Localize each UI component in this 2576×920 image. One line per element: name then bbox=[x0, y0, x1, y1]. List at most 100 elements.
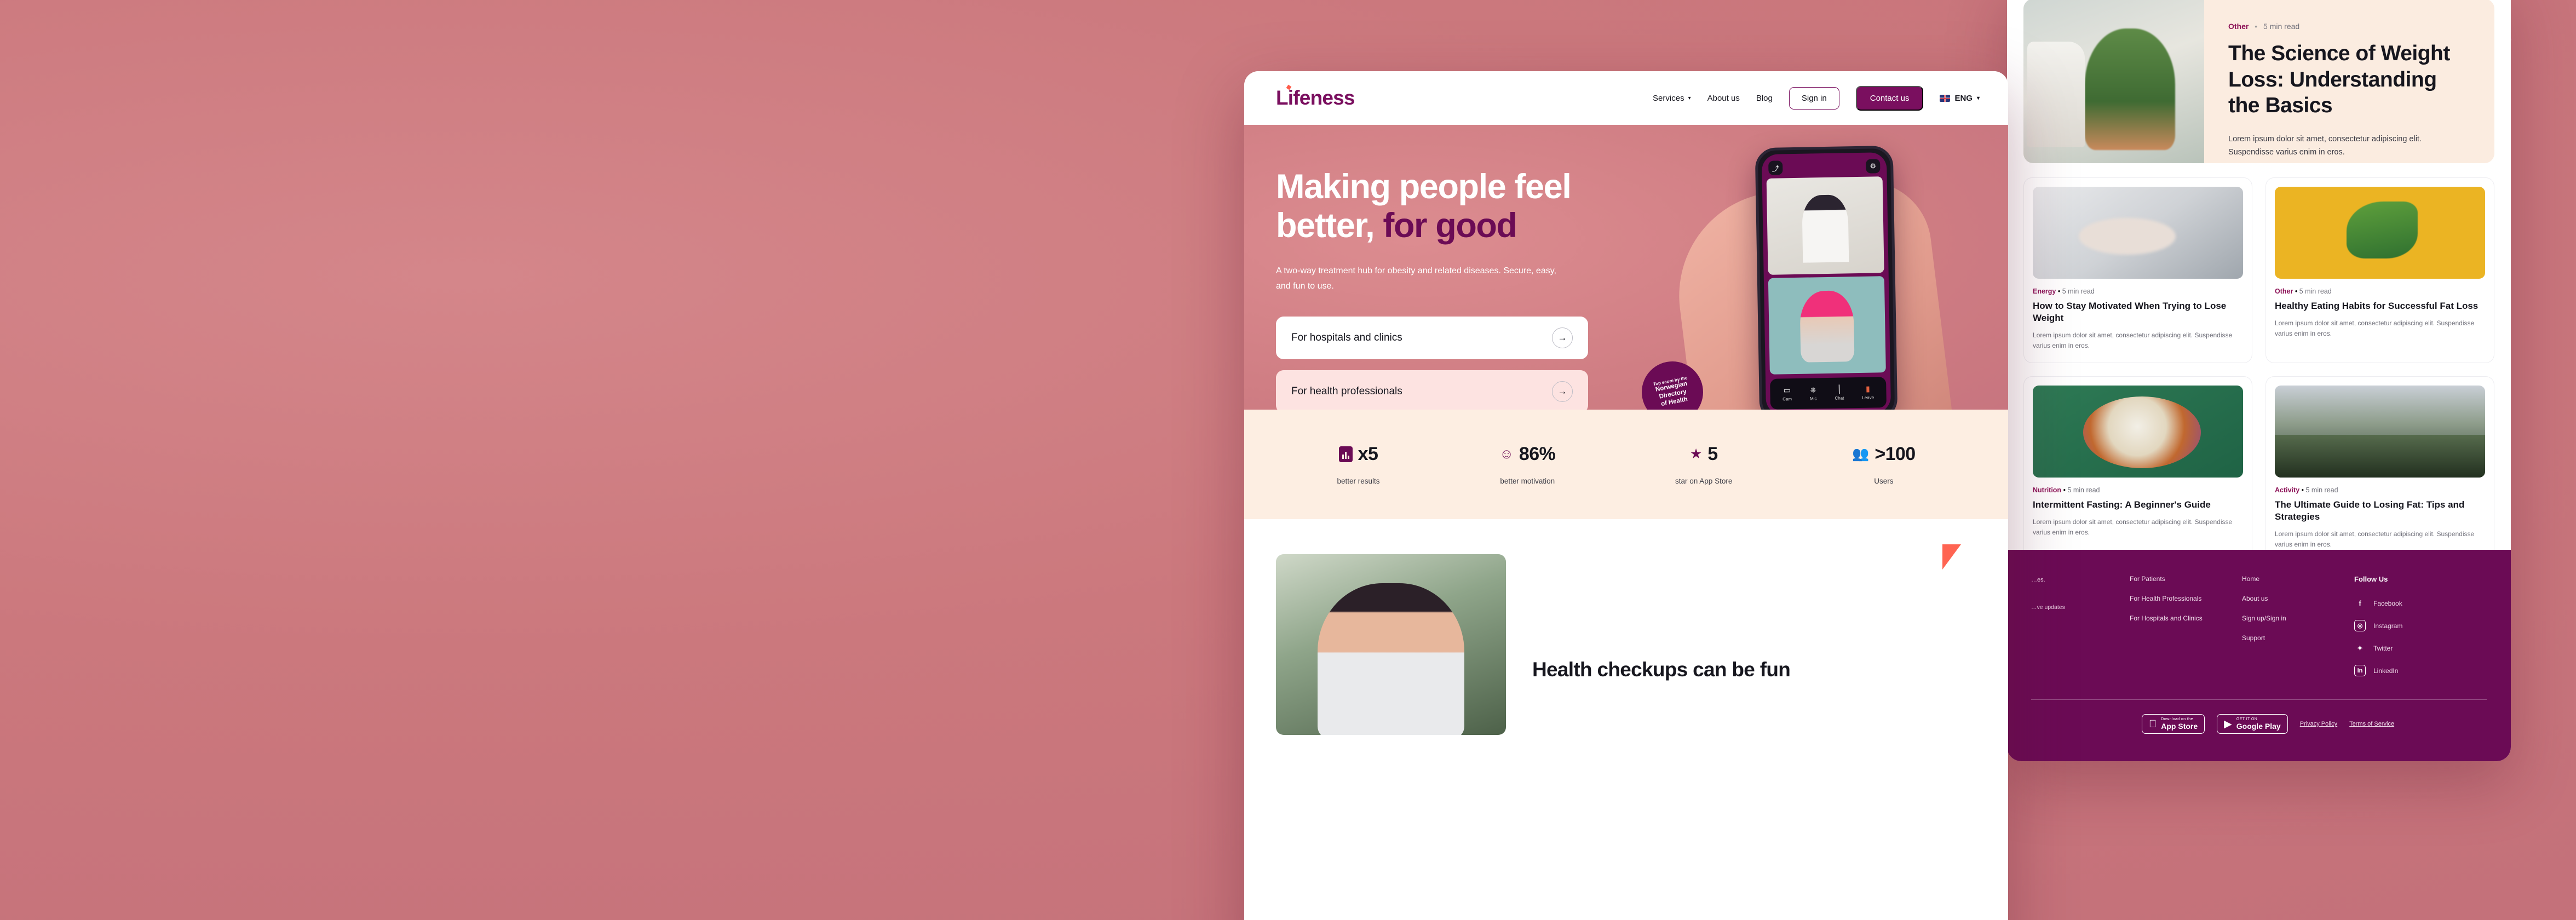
stat-better-motivation: ☺ 86% better motivation bbox=[1499, 444, 1555, 485]
footer-bottom-row:  Download on the App Store ▶ GET IT ON … bbox=[2031, 700, 2487, 734]
nav-item-services[interactable]: Services ▾ bbox=[1653, 94, 1691, 103]
nav-item-blog[interactable]: Blog bbox=[1756, 94, 1773, 103]
footer-link-home[interactable]: Home bbox=[2242, 575, 2354, 583]
blog-card[interactable]: Other • 5 min read Healthy Eating Habits… bbox=[2266, 177, 2494, 363]
social-link-facebook[interactable]: f Facebook bbox=[2354, 597, 2466, 609]
smiley-icon: ☺ bbox=[1499, 446, 1514, 462]
blog-card[interactable]: Energy • 5 min read How to Stay Motivate… bbox=[2023, 177, 2252, 363]
cta-health-professionals[interactable]: For health professionals → bbox=[1276, 370, 1588, 410]
bar-chart-icon bbox=[1338, 446, 1353, 462]
blog-card-read-time: 5 min read bbox=[2299, 288, 2332, 295]
hero-title-line2: better, bbox=[1276, 206, 1375, 245]
footer-column-site: Home About us Sign up/Sign in Support bbox=[2242, 575, 2354, 687]
google-play-big: Google Play bbox=[2228, 722, 2281, 731]
gear-icon[interactable]: ⚙ bbox=[1866, 159, 1881, 174]
phone-screen: ⤴ ⚙ ▭ Cam ⎈ Mic ⎮ Chat ▮ Leave bbox=[1761, 152, 1891, 410]
control-label: Chat bbox=[1835, 395, 1844, 401]
landing-page-panel: Lifeness Services ▾ About us Blog Sign i… bbox=[1244, 71, 2008, 920]
language-selector[interactable]: ENG ▾ bbox=[1940, 94, 1980, 103]
stat-app-store-rating: ★ 5 star on App Store bbox=[1675, 444, 1732, 485]
app-store-badge[interactable]:  Download on the App Store bbox=[2142, 714, 2205, 734]
call-control-bar: ▭ Cam ⎈ Mic ⎮ Chat ▮ Leave bbox=[1770, 377, 1887, 410]
blog-card-thumbnail bbox=[2275, 187, 2485, 279]
featured-article-card[interactable]: Other • 5 min read The Science of Weight… bbox=[2023, 0, 2494, 163]
stat-top-row: ★ 5 bbox=[1675, 444, 1732, 465]
footer-social-heading: Follow Us bbox=[2354, 575, 2388, 583]
leave-icon: ▮ bbox=[1865, 384, 1870, 393]
social-label: Instagram bbox=[2373, 622, 2403, 630]
brand-logo[interactable]: Lifeness bbox=[1276, 84, 1355, 110]
footer-link-for-hospitals-and-clinics[interactable]: For Hospitals and Clinics bbox=[2130, 614, 2242, 622]
sign-in-button[interactable]: Sign in bbox=[1789, 87, 1839, 110]
control-label: Leave bbox=[1862, 395, 1875, 400]
stat-label: star on App Store bbox=[1675, 477, 1733, 485]
phone-top-bar: ⤴ ⚙ bbox=[1766, 158, 1882, 175]
stat-label: better motivation bbox=[1500, 477, 1555, 485]
meta-separator: • bbox=[2057, 288, 2062, 295]
app-store-small: Download on the bbox=[2153, 717, 2193, 721]
call-control-mic[interactable]: ⎈ Mic bbox=[1810, 385, 1817, 401]
featured-article-meta: Other • 5 min read bbox=[2228, 22, 2471, 31]
stat-top-row: 👥 >100 bbox=[1852, 444, 1916, 465]
blog-card-read-time: 5 min read bbox=[2062, 288, 2095, 295]
doctor-photo bbox=[1276, 554, 1506, 735]
blog-card-thumbnail bbox=[2033, 187, 2243, 279]
footer-link-privacy-policy[interactable]: Privacy Policy bbox=[2300, 721, 2337, 727]
stat-users: 👥 >100 Users bbox=[1852, 444, 1916, 485]
footer-brand-blurb: …es. bbox=[2031, 577, 2045, 583]
social-label: LinkedIn bbox=[2373, 666, 2399, 675]
footer-columns: …es. …ve updates For Patients For Health… bbox=[2031, 575, 2487, 687]
blog-card-description: Lorem ipsum dolor sit amet, consectetur … bbox=[2033, 331, 2233, 350]
social-link-linkedin[interactable]: in LinkedIn bbox=[2354, 665, 2466, 676]
footer-link-terms-of-service[interactable]: Terms of Service bbox=[2349, 721, 2394, 727]
blog-card-thumbnail bbox=[2033, 385, 2243, 478]
call-control-chat[interactable]: ⎮ Chat bbox=[1835, 385, 1844, 401]
phone-mockup: ⤴ ⚙ ▭ Cam ⎈ Mic ⎮ Chat ▮ Leave bbox=[1755, 145, 1898, 410]
lower-section: Health checkups can be fun bbox=[1244, 519, 2008, 749]
blog-card[interactable]: Nutrition • 5 min read Intermittent Fast… bbox=[2023, 376, 2252, 562]
footer-link-for-health-professionals[interactable]: For Health Professionals bbox=[2130, 595, 2242, 602]
linkedin-icon: in bbox=[2354, 665, 2366, 676]
navbar-right-group: Services ▾ About us Blog Sign in Contact… bbox=[1653, 85, 1980, 111]
social-link-twitter[interactable]: ✦ Twitter bbox=[2354, 642, 2466, 654]
blog-card-category: Activity bbox=[2275, 486, 2300, 494]
featured-article-image bbox=[2023, 0, 2204, 163]
hero-copy: Making people feel better, for good A tw… bbox=[1276, 168, 1605, 410]
stat-better-results: x5 better results bbox=[1337, 444, 1379, 485]
share-icon[interactable]: ⤴ bbox=[1768, 160, 1783, 175]
uk-flag-icon bbox=[1940, 94, 1951, 102]
blog-card-grid: Energy • 5 min read How to Stay Motivate… bbox=[2023, 177, 2494, 562]
call-control-leave[interactable]: ▮ Leave bbox=[1862, 384, 1875, 400]
social-link-instagram[interactable]: ◎ Instagram bbox=[2354, 620, 2466, 631]
featured-article-description: Lorem ipsum dolor sit amet, consectetur … bbox=[2228, 134, 2422, 157]
contact-us-button[interactable]: Contact us bbox=[1855, 85, 1924, 111]
featured-read-time: 5 min read bbox=[2263, 22, 2300, 31]
google-play-badge[interactable]: ▶ GET IT ON Google Play bbox=[2217, 714, 2288, 734]
stats-bar: x5 better results ☺ 86% better motivatio… bbox=[1244, 410, 2008, 519]
blog-card-title: Healthy Eating Habits for Successful Fat… bbox=[2275, 301, 2479, 311]
blog-card-category: Other bbox=[2275, 288, 2293, 295]
blog-card-description: Lorem ipsum dolor sit amet, consectetur … bbox=[2033, 518, 2233, 536]
site-navbar: Lifeness Services ▾ About us Blog Sign i… bbox=[1244, 71, 2008, 125]
blog-card-meta: Other • 5 min read bbox=[2275, 288, 2485, 295]
instagram-icon: ◎ bbox=[2354, 620, 2366, 631]
footer-link-support[interactable]: Support bbox=[2242, 634, 2354, 642]
google-play-icon: ▶ bbox=[2224, 719, 2232, 729]
blog-card-description: Lorem ipsum dolor sit amet, consectetur … bbox=[2275, 530, 2475, 548]
footer-link-signup-signin[interactable]: Sign up/Sign in bbox=[2242, 614, 2354, 622]
blog-card-category: Energy bbox=[2033, 288, 2056, 295]
cta-hospitals-and-clinics[interactable]: For hospitals and clinics → bbox=[1276, 317, 1588, 360]
nav-item-about-us[interactable]: About us bbox=[1707, 94, 1740, 103]
hero-subtitle: A two-way treatment hub for obesity and … bbox=[1276, 266, 1556, 291]
footer-link-for-patients[interactable]: For Patients bbox=[2130, 575, 2242, 583]
blog-card[interactable]: Activity • 5 min read The Ultimate Guide… bbox=[2266, 376, 2494, 562]
featured-article-title: The Science of Weight Loss: Understandin… bbox=[2228, 42, 2450, 118]
blog-card-read-time: 5 min read bbox=[2305, 486, 2338, 494]
google-play-small: GET IT ON bbox=[2228, 717, 2257, 721]
call-control-cam[interactable]: ▭ Cam bbox=[1783, 386, 1792, 401]
footer-link-about-us[interactable]: About us bbox=[2242, 595, 2354, 602]
blog-card-description: Lorem ipsum dolor sit amet, consectetur … bbox=[2275, 319, 2475, 338]
lower-section-title: Health checkups can be fun bbox=[1532, 658, 1791, 681]
meta-separator: • bbox=[2295, 288, 2299, 295]
social-label: Facebook bbox=[2373, 599, 2402, 607]
